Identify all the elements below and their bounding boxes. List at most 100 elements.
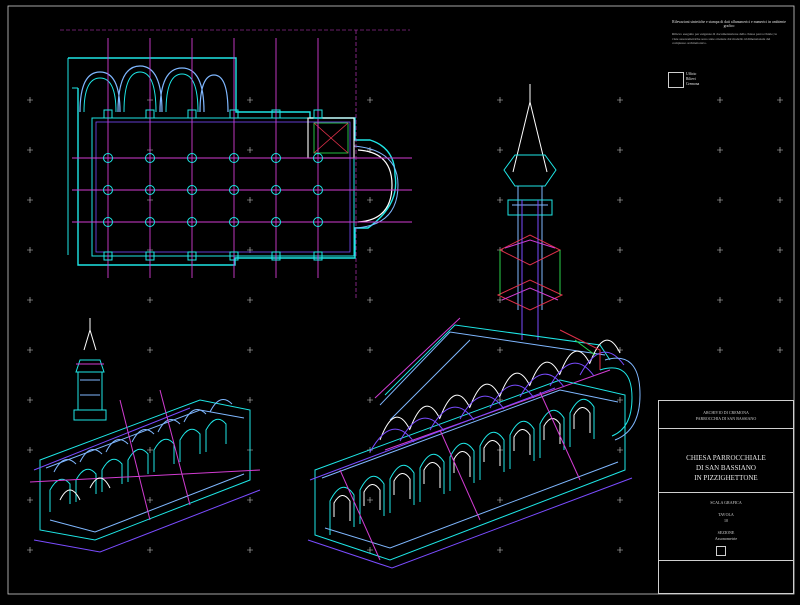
grid-marker	[27, 297, 33, 303]
grid-marker	[27, 497, 33, 503]
grid-marker	[247, 197, 253, 203]
grid-marker	[147, 497, 153, 503]
grid-marker	[147, 547, 153, 553]
archive-line-2: PARROCCHIA DI SAN BASSIANO	[695, 416, 757, 421]
grid-marker	[777, 97, 783, 103]
grid-marker	[147, 297, 153, 303]
axonometric-view-large	[307, 84, 641, 569]
grid-marker	[497, 547, 503, 553]
grid-marker	[27, 247, 33, 253]
title-stamp	[716, 546, 726, 556]
arch	[49, 478, 71, 512]
grid-marker	[247, 397, 253, 403]
title-line-1: CHIESA PARROCCHIALE	[686, 454, 766, 462]
arch	[101, 458, 123, 492]
grid-marker	[717, 347, 723, 353]
grid-marker	[27, 197, 33, 203]
arch-inner	[573, 407, 591, 433]
arch-inner	[513, 429, 531, 455]
notes-body: Rilievo eseguito per esigenze di documen…	[672, 32, 777, 46]
grid-marker	[247, 297, 253, 303]
grid-marker	[497, 497, 503, 503]
plan-axes	[72, 38, 412, 278]
grid-marker	[27, 447, 33, 453]
vault-rib	[559, 350, 591, 375]
vault-rib	[579, 351, 625, 376]
grid-marker	[247, 347, 253, 353]
scale-label: SCALA GRAFICA	[710, 500, 742, 505]
arch	[153, 438, 175, 472]
note-value: Assonometrie	[714, 536, 738, 541]
table-number: 10	[724, 518, 728, 523]
plan-apse	[357, 149, 393, 223]
title-separator-2	[658, 492, 794, 493]
grid-marker	[717, 97, 723, 103]
grid-marker	[247, 497, 253, 503]
stamp-line-3: Cremona	[686, 82, 700, 86]
table-label: TAVOLA	[718, 512, 734, 517]
title-line-3: IN PIZZIGHETTONE	[694, 474, 758, 482]
grid-marker	[777, 247, 783, 253]
grid-marker	[777, 147, 783, 153]
grid-marker	[367, 197, 373, 203]
grid-marker	[617, 97, 623, 103]
grid-marker	[717, 247, 723, 253]
arch-inner	[483, 440, 501, 466]
office-stamp	[668, 72, 684, 88]
grid-marker	[497, 147, 503, 153]
stamp-line-1: Ufficio	[686, 72, 697, 76]
grid-marker	[247, 147, 253, 153]
grid-marker	[617, 247, 623, 253]
arch	[205, 418, 227, 452]
grid-marker	[777, 297, 783, 303]
grid-marker	[367, 97, 373, 103]
grid-marker	[717, 197, 723, 203]
plan-columns	[103, 109, 323, 261]
grid-marker	[27, 97, 33, 103]
grid-marker	[367, 547, 373, 553]
arch-inner	[393, 473, 411, 499]
notes-heading: Rilevazioni sintetiche e stampa di dati …	[672, 20, 786, 28]
grid-marker	[27, 347, 33, 353]
grid-marker	[367, 247, 373, 253]
grid-marker	[497, 347, 503, 353]
grid-marker	[717, 147, 723, 153]
grid-marker	[247, 547, 253, 553]
vault-rib	[369, 428, 415, 453]
vault-rib	[519, 373, 565, 398]
grid-marker	[147, 447, 153, 453]
grid-marker	[147, 347, 153, 353]
floor-plan	[60, 29, 412, 300]
grid-marker	[617, 447, 623, 453]
title-separator	[658, 428, 794, 429]
grid-marker	[497, 197, 503, 203]
note-label: SEZIONE	[717, 530, 735, 535]
title-block	[658, 400, 794, 594]
grid-marker	[777, 197, 783, 203]
grid-marker	[777, 347, 783, 353]
arch-inner	[333, 495, 351, 521]
grid-marker	[617, 497, 623, 503]
grid-marker	[27, 547, 33, 553]
axonometric-view-small	[29, 318, 261, 553]
grid-marker	[617, 197, 623, 203]
grid-marker	[367, 497, 373, 503]
grid-marker	[367, 297, 373, 303]
grid-marker	[147, 397, 153, 403]
grid-marker	[247, 97, 253, 103]
stamp-line-2: Rilievi	[686, 77, 696, 81]
archive-line-1: ARCHIVIO DI CREMONA	[703, 410, 749, 415]
grid-marker	[367, 397, 373, 403]
grid-marker	[27, 147, 33, 153]
arch-inner	[423, 462, 441, 488]
grid-marker	[717, 297, 723, 303]
arch-inner	[453, 451, 471, 477]
title-separator-3	[658, 560, 794, 561]
grid-marker	[617, 147, 623, 153]
grid-marker	[617, 297, 623, 303]
grid-marker	[497, 97, 503, 103]
arch	[75, 468, 97, 502]
grid-marker	[367, 347, 373, 353]
grid-marker	[617, 547, 623, 553]
grid-marker	[27, 397, 33, 403]
